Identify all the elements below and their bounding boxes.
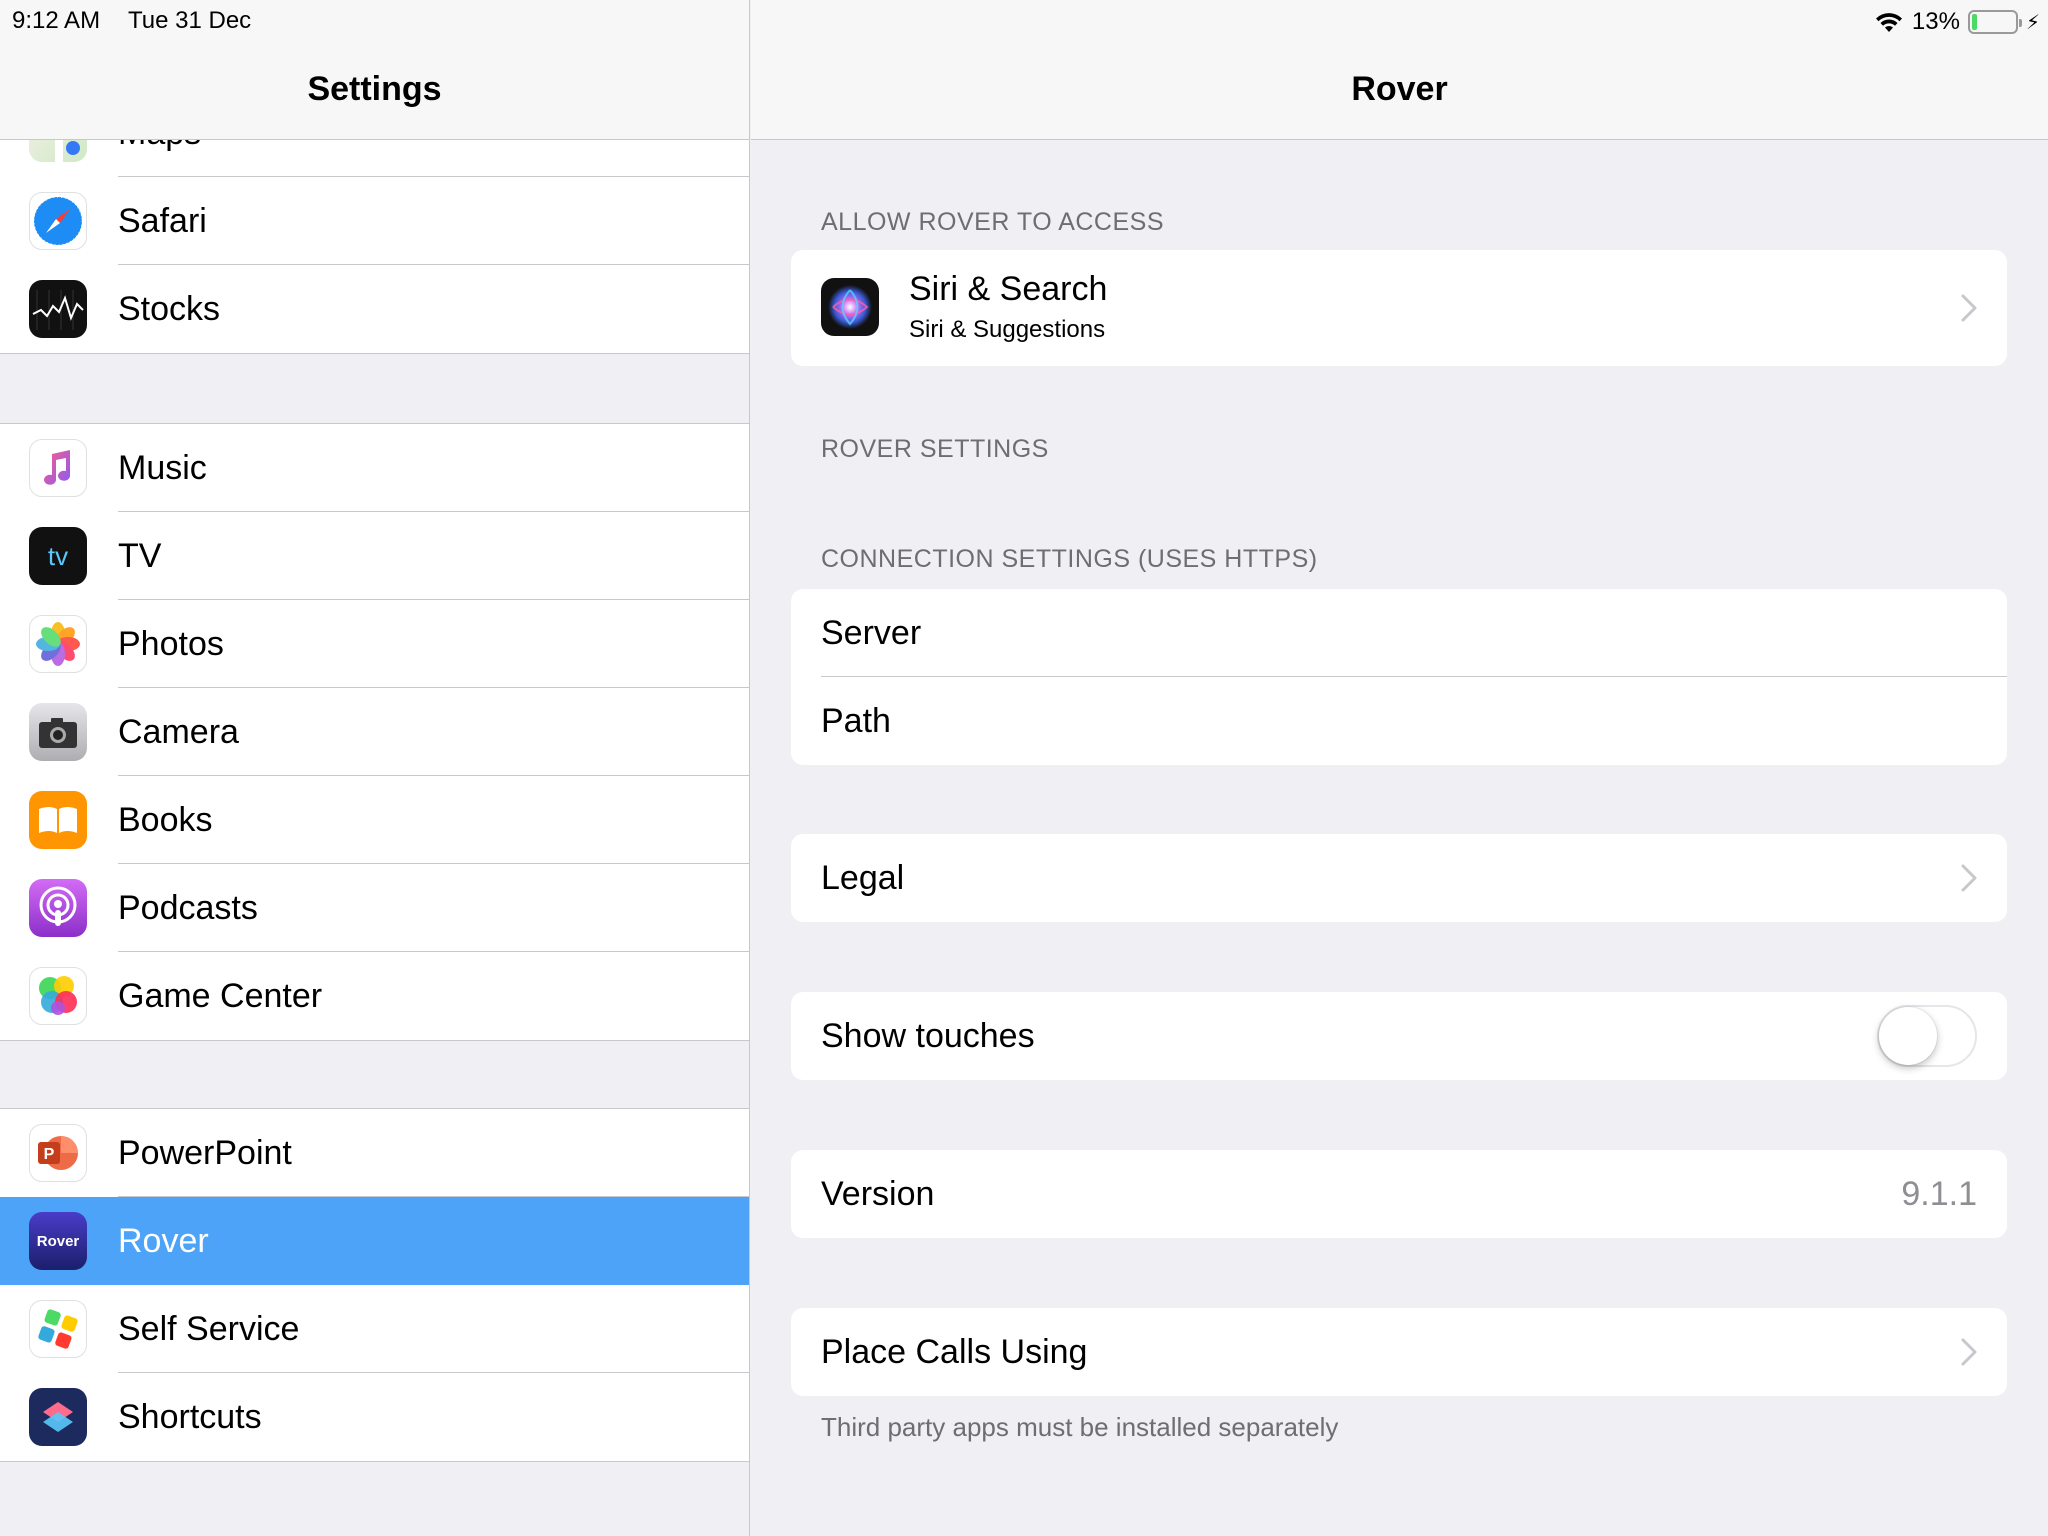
sidebar-title: Settings bbox=[307, 70, 442, 108]
sidebar-item-label: Photos bbox=[118, 625, 224, 663]
connection-settings-header: CONNECTION SETTINGS (USES HTTPS) bbox=[821, 545, 1318, 573]
server-field[interactable]: Server bbox=[791, 589, 2007, 677]
siri-search-cell[interactable]: Siri & Search Siri & Suggestions bbox=[791, 250, 2007, 366]
legal-cell[interactable]: Legal bbox=[791, 834, 2007, 922]
sidebar-item-self-service[interactable]: Self Service bbox=[0, 1285, 749, 1373]
sidebar-item-label: Books bbox=[118, 801, 213, 839]
music-icon bbox=[29, 439, 87, 497]
sidebar-item-shortcuts[interactable]: Shortcuts bbox=[0, 1373, 749, 1461]
connection-settings-group: Server Path bbox=[791, 589, 2007, 765]
camera-icon bbox=[29, 703, 87, 761]
settings-sidebar[interactable]: Settings Maps Safari bbox=[0, 0, 750, 1536]
place-calls-footer: Third party apps must be installed separ… bbox=[821, 1412, 1339, 1442]
sidebar-item-label: Podcasts bbox=[118, 889, 258, 927]
sidebar-item-safari[interactable]: Safari bbox=[0, 177, 749, 265]
status-time: 9:12 AM bbox=[12, 7, 101, 34]
sidebar-item-label: Camera bbox=[118, 713, 239, 751]
place-calls-label: Place Calls Using bbox=[821, 1333, 1088, 1371]
battery-percent: 13% bbox=[1911, 8, 1960, 35]
siri-search-title: Siri & Search bbox=[909, 270, 1108, 308]
chevron-right-icon bbox=[1961, 864, 1977, 892]
rover-settings-pane[interactable]: Rover ALLOW ROVER TO ACCESS Siri & Searc… bbox=[751, 0, 2048, 1536]
podcasts-icon bbox=[29, 879, 87, 937]
path-label: Path bbox=[821, 702, 891, 740]
sidebar-item-label: Game Center bbox=[118, 977, 323, 1015]
powerpoint-icon: P bbox=[29, 1124, 87, 1182]
sidebar-item-tv[interactable]: tv TV bbox=[0, 512, 749, 600]
charging-icon: ⚡ bbox=[2025, 11, 2040, 34]
path-field[interactable]: Path bbox=[791, 677, 2007, 765]
sidebar-item-label: Safari bbox=[118, 202, 207, 240]
photos-icon bbox=[29, 615, 87, 673]
sidebar-item-label: Rover bbox=[118, 1222, 209, 1260]
version-cell: Version 9.1.1 bbox=[791, 1150, 2007, 1238]
sidebar-item-stocks[interactable]: Stocks bbox=[0, 265, 749, 353]
battery-level bbox=[1971, 14, 1977, 30]
sidebar-item-rover[interactable]: Rover Rover bbox=[0, 1197, 749, 1285]
version-label: Version bbox=[821, 1175, 935, 1213]
show-touches-cell: Show touches bbox=[791, 992, 2007, 1080]
status-date: Tue 31 Dec bbox=[128, 7, 252, 34]
sidebar-item-label: Stocks bbox=[118, 290, 221, 328]
siri-search-subtitle: Siri & Suggestions bbox=[909, 316, 1106, 343]
books-icon bbox=[29, 791, 87, 849]
svg-text:P: P bbox=[44, 1146, 55, 1163]
server-label: Server bbox=[821, 614, 922, 652]
sidebar-item-label: Self Service bbox=[118, 1310, 300, 1348]
chevron-right-icon bbox=[1961, 294, 1977, 322]
sidebar-group-3: P PowerPoint Rover Rover Self Service Sh… bbox=[0, 1108, 749, 1462]
rover-icon: Rover bbox=[29, 1212, 87, 1270]
access-section-header: ALLOW ROVER TO ACCESS bbox=[821, 208, 1165, 236]
legal-label: Legal bbox=[821, 859, 905, 897]
game-center-icon bbox=[29, 967, 87, 1025]
rover-settings-header: ROVER SETTINGS bbox=[821, 435, 1049, 463]
siri-icon bbox=[821, 278, 879, 336]
sidebar-item-camera[interactable]: Camera bbox=[0, 688, 749, 776]
show-touches-toggle[interactable] bbox=[1877, 1005, 1977, 1067]
wifi-icon bbox=[1875, 13, 1902, 32]
version-value: 9.1.1 bbox=[1901, 1175, 1977, 1213]
safari-icon bbox=[29, 192, 87, 250]
rover-icon-text: Rover bbox=[36, 1232, 80, 1250]
chevron-right-icon bbox=[1961, 1338, 1977, 1366]
sidebar-item-books[interactable]: Books bbox=[0, 776, 749, 864]
stocks-icon bbox=[29, 280, 87, 338]
status-bar: 9:12 AM Tue 31 Dec 13% ⚡ bbox=[0, 0, 2048, 40]
status-indicators: 13% ⚡ bbox=[1874, 8, 2040, 36]
sidebar-item-label: PowerPoint bbox=[118, 1134, 292, 1172]
sidebar-item-label: Shortcuts bbox=[118, 1398, 262, 1436]
battery-icon bbox=[1967, 10, 2022, 34]
toggle-knob bbox=[1879, 1007, 1937, 1065]
place-calls-cell[interactable]: Place Calls Using bbox=[791, 1308, 2007, 1396]
sidebar-item-label: Music bbox=[118, 449, 207, 487]
sidebar-item-music[interactable]: Music bbox=[0, 424, 749, 512]
sidebar-item-game-center[interactable]: Game Center bbox=[0, 952, 749, 1040]
sidebar-item-label: TV bbox=[118, 537, 162, 575]
sidebar-item-podcasts[interactable]: Podcasts bbox=[0, 864, 749, 952]
detail-title: Rover bbox=[1351, 70, 1448, 108]
self-service-icon bbox=[29, 1300, 87, 1358]
shortcuts-icon bbox=[29, 1388, 87, 1446]
tv-icon-text: tv bbox=[47, 540, 69, 571]
sidebar-item-powerpoint[interactable]: P PowerPoint bbox=[0, 1109, 749, 1197]
sidebar-item-photos[interactable]: Photos bbox=[0, 600, 749, 688]
tv-icon: tv bbox=[29, 527, 87, 585]
show-touches-label: Show touches bbox=[821, 1017, 1035, 1055]
sidebar-group-2: Music tv TV Photos Camera Books Podcasts… bbox=[0, 423, 749, 1041]
